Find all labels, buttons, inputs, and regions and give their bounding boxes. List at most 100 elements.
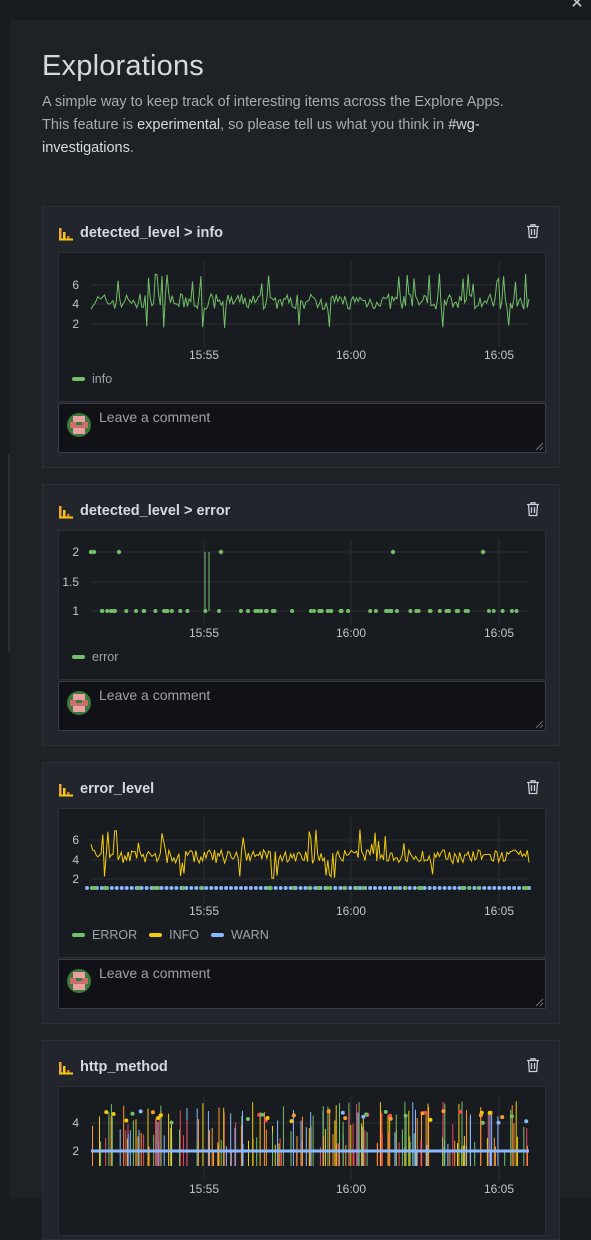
data-point (116, 549, 122, 555)
comment-field[interactable]: Leave a comment (58, 959, 546, 1009)
trash-icon[interactable] (526, 223, 540, 239)
data-point-error (103, 886, 108, 890)
data-point-warn (397, 886, 402, 890)
data-point-warn (487, 886, 492, 890)
resize-handle-icon[interactable] (535, 998, 544, 1007)
data-point (259, 609, 263, 613)
data-point (253, 609, 258, 613)
comment-field[interactable]: Leave a comment (58, 681, 546, 731)
data-point-warn (119, 886, 124, 890)
desc-pre: This feature is (42, 117, 138, 133)
data-point (394, 609, 399, 613)
data-point-warn (432, 886, 437, 890)
data-point (496, 1120, 501, 1125)
data-point-error (307, 886, 312, 890)
trash-icon[interactable] (526, 779, 540, 795)
data-point-error (291, 886, 296, 890)
y-tick-label: 2 (72, 872, 79, 886)
data-point (265, 1116, 270, 1120)
data-point-warn (85, 886, 89, 890)
data-point-warn (209, 886, 214, 890)
data-point (238, 609, 243, 613)
exploration-card: detected_level > info 6 4 2 15:55 16:00 16:05… (42, 206, 560, 468)
data-point (441, 1109, 446, 1114)
data-point-warn (164, 886, 169, 890)
data-point-warn (373, 886, 377, 890)
data-point (343, 1116, 348, 1121)
page-description: A simple way to keep track of interestin… (42, 91, 562, 160)
data-point-warn (348, 886, 353, 890)
data-point (124, 609, 129, 613)
legend-item-info[interactable]: info (72, 372, 112, 386)
data-point-warn (387, 886, 392, 890)
data-point (91, 549, 97, 555)
data-point (420, 1111, 425, 1116)
data-point (346, 609, 351, 613)
explorations-drawer: Explorations A simple way to keep track … (10, 20, 591, 1240)
trash-icon[interactable] (526, 501, 540, 517)
comment-placeholder: Leave a comment (99, 687, 211, 703)
data-point-warn (482, 886, 487, 890)
data-point (478, 1113, 483, 1118)
data-point-error (268, 886, 273, 890)
error-chart: 2 1.5 1 15:55 16:00 16:05 (62, 539, 529, 640)
avatar (67, 413, 91, 437)
data-point (105, 609, 110, 613)
close-icon[interactable]: ✕ (567, 0, 587, 14)
y-tick-label: 1.5 (62, 575, 79, 589)
channel-link-cont[interactable]: investigations (42, 140, 130, 156)
data-point-warn (492, 886, 497, 890)
explore-logs-icon (59, 228, 73, 241)
desc-mid: , so please tell us what you think in (220, 117, 449, 133)
x-tick-label: 15:55 (189, 348, 219, 362)
chart-panel: 4 2 15:55 16:00 16:05 (58, 1086, 546, 1236)
comment-placeholder: Leave a comment (99, 409, 211, 425)
desc-line1: A simple way to keep track of interestin… (42, 94, 504, 110)
data-point (130, 1111, 135, 1116)
data-point-warn (219, 886, 224, 890)
data-point (339, 609, 344, 613)
avatar (67, 969, 91, 993)
data-point (138, 1109, 143, 1114)
y-tick-label: 1 (72, 604, 79, 618)
data-point (500, 609, 505, 613)
data-point-warn (129, 886, 134, 890)
data-point (364, 1112, 369, 1117)
data-point (290, 609, 295, 613)
data-point (480, 1120, 485, 1125)
card-title: http_method (80, 1059, 168, 1075)
data-point-warn (204, 886, 209, 890)
data-point (217, 609, 221, 613)
card-title: detected_level > info (80, 225, 224, 241)
data-point (325, 609, 330, 613)
exploration-card: http_method 4 2 15:55 16:00 16:05 (42, 1040, 560, 1240)
data-point (456, 609, 461, 613)
data-point (218, 549, 224, 555)
data-point-warn (472, 886, 477, 890)
resize-handle-icon[interactable] (535, 442, 544, 451)
x-tick-label: 16:00 (336, 1182, 366, 1196)
chart-panel: 2 1.5 1 15:55 16:00 16:05 error (58, 530, 546, 680)
data-point (428, 1117, 433, 1122)
data-point (514, 609, 519, 613)
data-point-warn (124, 886, 129, 890)
resize-handle-icon[interactable] (535, 720, 544, 729)
data-point-warn (447, 886, 452, 890)
data-point (480, 549, 486, 555)
card-title: error_level (80, 781, 155, 797)
legend-item-info[interactable]: INFO (149, 928, 199, 942)
data-point (264, 609, 269, 613)
data-point-warn (189, 886, 194, 890)
channel-link[interactable]: #wg- (448, 117, 479, 133)
data-point (340, 1110, 345, 1115)
comment-field[interactable]: Leave a comment (58, 403, 546, 453)
data-point (465, 609, 470, 613)
legend-item-error[interactable]: ERROR (72, 928, 137, 942)
explore-logs-icon (59, 1062, 73, 1075)
legend-item-warn[interactable]: WARN (211, 928, 269, 942)
desc-emphasis: experimental (137, 117, 221, 133)
legend-item-error[interactable]: error (72, 650, 118, 664)
trash-icon[interactable] (526, 1057, 540, 1073)
data-point (486, 609, 491, 613)
exploration-card: detected_level > error 2 1.5 1 15:55 16:00 16… (42, 484, 560, 746)
